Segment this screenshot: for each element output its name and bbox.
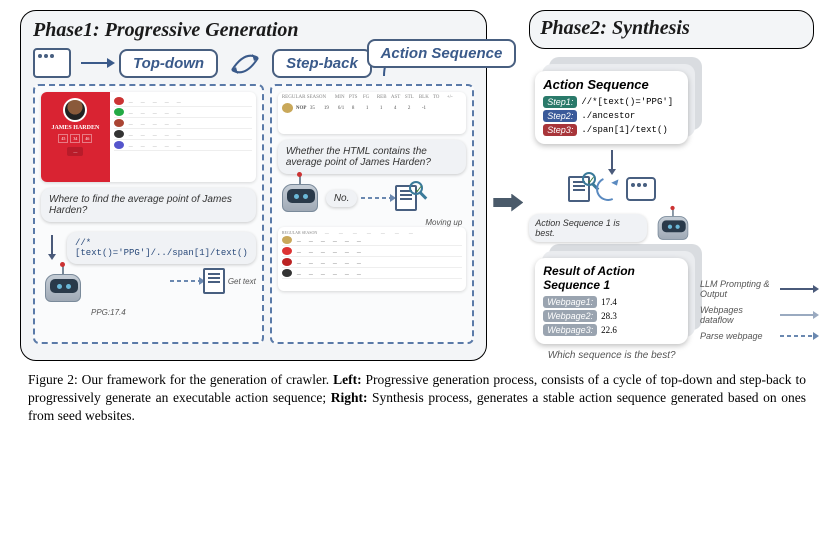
xpath-bubble: //*[text()='PPG']/../span[1]/text() — [67, 232, 256, 264]
best-bubble: Action Sequence 1 is best. — [529, 214, 646, 242]
step2-code: ./ancestor — [581, 111, 635, 121]
arrow-icon — [81, 62, 109, 64]
document-icon — [203, 268, 225, 294]
get-text-label: Get text — [228, 277, 256, 286]
html-snippet-2: REGULAR SEASON——————— —————— —————— ————… — [278, 227, 466, 291]
figure-caption: Figure 2: Our framework for the generati… — [20, 371, 814, 426]
html-snippet-1: REGULAR SEASONMINPTSFGREBASTSTLBLKTO+/- … — [278, 92, 466, 134]
top-down-panel: JAMES HARDEN 453446 — ————— ————— ————— … — [33, 84, 264, 344]
dashed-arrow-icon — [361, 197, 391, 199]
result-card: Result of Action Sequence 1 Webpage1:17.… — [535, 258, 688, 344]
arrow-down-icon — [611, 150, 613, 170]
action-sequence-out: Action Sequence — [367, 39, 517, 68]
step-back-pill: Step-back — [272, 49, 372, 78]
player-button: — — [67, 147, 83, 156]
refresh-icon — [592, 174, 623, 205]
dashed-arrow-icon — [170, 280, 200, 282]
figure-root: Phase1: Progressive Generation Top-down … — [20, 10, 814, 361]
step1-code: //*[text()='PPG'] — [581, 97, 673, 107]
player-stats: 453446 — [58, 134, 92, 143]
phase1-panel: Phase1: Progressive Generation Top-down … — [20, 10, 487, 361]
phase1-panels: JAMES HARDEN 453446 — ————— ————— ————— … — [33, 84, 474, 344]
step3-label: Step3: — [543, 124, 577, 136]
team-logo-icon — [282, 103, 293, 113]
cycle-arrows-icon — [228, 48, 262, 78]
robot-row: Get text — [41, 268, 256, 308]
step2-label: Step2: — [543, 110, 577, 122]
action-sequence-card: Action Sequence Step1://*[text()='PPG'] … — [535, 71, 688, 144]
stats-table: ————— ————— ————— ————— ————— — [110, 92, 256, 182]
player-sidebar: JAMES HARDEN 453446 — — [41, 92, 110, 182]
robot-icon — [41, 268, 85, 308]
step3-code: ./span[1]/text() — [581, 125, 667, 135]
reg-season-label: REGULAR SEASON — [282, 95, 332, 100]
doc-search-icon: ✓ — [568, 176, 590, 202]
action-sequence-pill: Action Sequence — [367, 39, 517, 68]
legend-llm: LLM Prompting & Output — [700, 279, 814, 299]
legend: LLM Prompting & Output Webpages dataflow… — [700, 53, 814, 361]
legend-webpages: Webpages dataflow — [700, 305, 814, 325]
robot-icon — [278, 178, 322, 218]
result-title: Result of Action Sequence 1 — [543, 264, 680, 292]
step1-label: Step1: — [543, 96, 577, 108]
ppg-result: PPG:17.4 — [91, 308, 256, 317]
phase2-panel: Phase2: Synthesis Action Sequence Step1:… — [529, 10, 814, 361]
player-avatar — [63, 98, 87, 122]
which-best-label: Which sequence is the best? — [529, 350, 694, 361]
phase2-title: Phase2: Synthesis — [540, 17, 803, 40]
question-bubble: Where to find the average point of James… — [41, 188, 256, 222]
moving-up-label: Moving up — [278, 218, 462, 227]
legend-parse: Parse webpage — [700, 331, 814, 341]
question-bubble-2: Whether the HTML contains the average po… — [278, 140, 466, 174]
robot-icon — [654, 211, 691, 245]
refresh-row: ✓ — [529, 176, 694, 202]
player-name: JAMES HARDEN — [51, 125, 99, 131]
browser-icon — [33, 48, 71, 78]
doc-search-icon: ✓ — [395, 185, 417, 211]
arrow-down-icon — [51, 235, 53, 255]
browser-icon — [626, 177, 656, 201]
phase2-header: Phase2: Synthesis — [529, 10, 814, 49]
no-bubble: No. — [326, 190, 358, 207]
team-code: NOP — [296, 106, 307, 111]
webpage-mock: JAMES HARDEN 453446 — ————— ————— ————— … — [41, 92, 256, 182]
top-down-pill: Top-down — [119, 49, 218, 78]
card-title: Action Sequence — [543, 77, 680, 92]
phase-transition-arrow-icon — [493, 194, 523, 212]
step-back-panel: REGULAR SEASONMINPTSFGREBASTSTLBLKTO+/- … — [270, 84, 474, 344]
